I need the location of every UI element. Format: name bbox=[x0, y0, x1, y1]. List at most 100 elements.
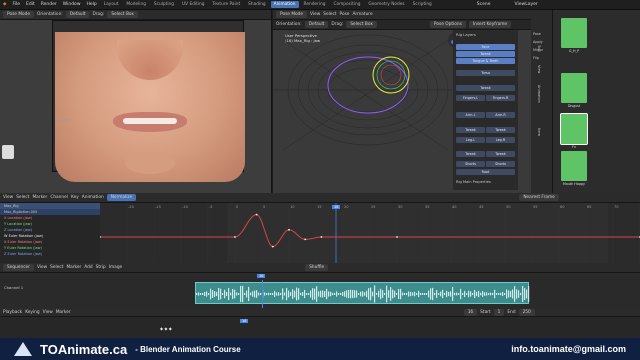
seq-menu-strip[interactable]: Strip bbox=[96, 265, 106, 270]
timeline-start-field[interactable]: 1 bbox=[493, 308, 505, 316]
timeline-menu-playback[interactable]: Playback bbox=[3, 310, 22, 315]
npanel-tab-item[interactable]: Item bbox=[537, 128, 541, 136]
rig-btn-leg-tweak-r[interactable]: Tweak bbox=[486, 151, 515, 157]
mid-menu-armature[interactable]: Armature bbox=[352, 12, 372, 17]
menu-window[interactable]: Window bbox=[60, 2, 84, 7]
workspace-tab-layout[interactable]: Layout bbox=[101, 1, 122, 8]
mid-select-box-dropdown[interactable]: Select Box bbox=[346, 21, 377, 28]
seq-menu-select[interactable]: Select bbox=[50, 265, 63, 270]
rig-btn-tweak[interactable]: Tweak bbox=[456, 51, 515, 57]
rig-btn-shorts-r[interactable]: Shorts bbox=[486, 161, 515, 167]
channel-row[interactable]: Z Euler Rotation (jaw) bbox=[0, 251, 100, 257]
waveform-bar bbox=[376, 293, 378, 295]
graph-tick-label: 25 bbox=[371, 205, 376, 209]
mid-menu-view[interactable]: View bbox=[310, 12, 320, 17]
timeline-menu-keying[interactable]: Keying bbox=[25, 310, 39, 315]
rig-btn-arm-tweak-l[interactable]: Tweak bbox=[456, 127, 485, 133]
workspace-tab-shading[interactable]: Shading bbox=[245, 1, 268, 8]
mid-mode-dropdown[interactable]: Pose Mode bbox=[276, 11, 308, 18]
workspace-tab-geometry-nodes[interactable]: Geometry Nodes bbox=[365, 1, 407, 8]
workspace-tab-rendering[interactable]: Rendering bbox=[301, 1, 329, 8]
graph-menu-channel[interactable]: Channel bbox=[50, 195, 68, 200]
rig-btn-fingers-l[interactable]: Fingers.L bbox=[456, 95, 485, 101]
timeline-end-field[interactable]: 250 bbox=[518, 308, 535, 316]
sequencer-editor[interactable]: Sequencer View Select Marker Add Strip I… bbox=[0, 263, 640, 308]
rig-btn-leg-l[interactable]: Leg.L bbox=[456, 137, 485, 143]
menu-render[interactable]: Render bbox=[38, 2, 60, 7]
pose-options-dropdown[interactable]: Pose Options bbox=[429, 21, 466, 28]
seq-menu-add[interactable]: Add bbox=[84, 265, 92, 270]
workspace-tab-texture-paint[interactable]: Texture Paint bbox=[209, 1, 243, 8]
workspace-tab-modeling[interactable]: Modeling bbox=[123, 1, 149, 8]
graph-menu-select[interactable]: Select bbox=[16, 195, 29, 200]
workspace-tab-compositing[interactable]: Compositing bbox=[330, 1, 363, 8]
flip-button[interactable]: Flip bbox=[533, 54, 543, 62]
timeline-menu-view[interactable]: View bbox=[43, 310, 53, 315]
normalize-toggle[interactable]: Normalize bbox=[106, 194, 137, 201]
pose-thumb-1[interactable] bbox=[561, 18, 587, 48]
rig-main-properties[interactable]: Rig Main Properties bbox=[456, 180, 491, 184]
seq-menu-view[interactable]: View bbox=[37, 265, 47, 270]
timeline-playhead-badge[interactable]: 16 bbox=[240, 319, 249, 323]
rig-btn-leg-r[interactable]: Leg.R bbox=[486, 137, 515, 143]
mid-menu-pose[interactable]: Pose bbox=[340, 12, 350, 17]
left-select-box-dropdown[interactable]: Select Box bbox=[107, 11, 138, 18]
graph-menu-view[interactable]: View bbox=[3, 195, 13, 200]
rig-btn-torso[interactable]: Torso bbox=[456, 70, 515, 76]
rig-btn-tongue-teeth[interactable]: Tongue & Teeth bbox=[456, 58, 515, 64]
rig-btn-root[interactable]: Root bbox=[456, 169, 515, 175]
graph-menu-key[interactable]: Key bbox=[71, 195, 79, 200]
rig-btn-arm-tweak-r[interactable]: Tweak bbox=[486, 127, 515, 133]
graph-menu-marker[interactable]: Marker bbox=[32, 195, 47, 200]
npanel-tab-animation[interactable]: Animation bbox=[537, 85, 541, 103]
workspace-tab-uv-editing[interactable]: UV Editing bbox=[179, 1, 207, 8]
menu-edit[interactable]: Edit bbox=[23, 2, 38, 7]
rig-btn-leg-tweak-l[interactable]: Tweak bbox=[456, 151, 485, 157]
mid-menu-select[interactable]: Select bbox=[323, 12, 336, 17]
rig-btn-arm-r[interactable]: Arm.R bbox=[486, 112, 515, 118]
pose-button[interactable]: Pose bbox=[533, 30, 543, 38]
menu-file[interactable]: File bbox=[9, 2, 23, 7]
graph-curve-area[interactable]: -20-15-10-505101520253035404550556065707… bbox=[100, 203, 640, 263]
seq-menu-marker[interactable]: Marker bbox=[66, 265, 81, 270]
workspace-tab-sculpting[interactable]: Sculpting bbox=[151, 1, 177, 8]
rig-btn-torso-tweak[interactable]: Tweak bbox=[456, 85, 515, 91]
mirror-button[interactable]: Mirror bbox=[533, 46, 543, 54]
nearest-frame-dropdown[interactable]: Nearest Frame bbox=[519, 194, 559, 201]
menu-help[interactable]: Help bbox=[84, 2, 100, 7]
timeline-menu-marker[interactable]: Marker bbox=[56, 310, 71, 315]
graph-playhead-badge[interactable]: 16 bbox=[332, 205, 341, 209]
timeline-editor[interactable]: Playback Keying View Marker 16 Start 1 E… bbox=[0, 308, 640, 338]
rig-btn-fingers-r[interactable]: Fingers.R bbox=[486, 95, 515, 101]
mid-orientation-dropdown[interactable]: Default bbox=[304, 21, 329, 28]
insert-keyframe-button[interactable]: Insert Keyframe bbox=[468, 21, 512, 28]
scene-selector[interactable]: Scene bbox=[474, 2, 494, 7]
npanel-tab-view[interactable]: View bbox=[537, 65, 541, 73]
workspace-tab-scripting[interactable]: Scripting bbox=[410, 1, 435, 8]
waveform-bar bbox=[264, 292, 266, 296]
rig-btn-arm-l[interactable]: Arm.L bbox=[456, 112, 485, 118]
view-layer-selector[interactable]: ViewLayer bbox=[512, 2, 541, 7]
timeline-start-label: Start bbox=[480, 309, 491, 315]
left-viewport[interactable]: Pose Mode Orientation: Default Drag: Sel… bbox=[0, 10, 272, 193]
timeline-current-frame-field[interactable]: 16 bbox=[463, 308, 478, 316]
shuffle-dropdown[interactable]: Shuffle bbox=[305, 264, 329, 271]
sequencer-mode-dropdown[interactable]: Sequencer bbox=[3, 264, 34, 271]
seq-playhead-badge[interactable]: 16 bbox=[257, 274, 266, 278]
waveform-bar bbox=[426, 293, 428, 295]
audio-strip[interactable] bbox=[195, 282, 530, 304]
pose-thumb-3[interactable] bbox=[560, 113, 588, 145]
workspace-tab-animation[interactable]: Animation bbox=[270, 1, 299, 8]
graph-tick-label: 70 bbox=[614, 205, 619, 209]
apply-button[interactable]: Apply bbox=[533, 38, 543, 46]
pose-thumb-4[interactable] bbox=[561, 151, 587, 181]
pose-thumb-2[interactable] bbox=[561, 73, 587, 103]
graph-menu-animation[interactable]: Animation bbox=[82, 195, 104, 200]
seq-menu-image[interactable]: Image bbox=[109, 265, 122, 270]
blender-logo-icon[interactable]: ◆ bbox=[0, 2, 9, 7]
left-mode-dropdown[interactable]: Pose Mode bbox=[3, 11, 35, 18]
rig-btn-shorts-l[interactable]: Shorts bbox=[456, 161, 485, 167]
rig-btn-face[interactable]: Face bbox=[456, 44, 515, 50]
camera-widget-icon[interactable] bbox=[2, 145, 14, 159]
left-orientation-dropdown[interactable]: Default bbox=[65, 11, 90, 18]
